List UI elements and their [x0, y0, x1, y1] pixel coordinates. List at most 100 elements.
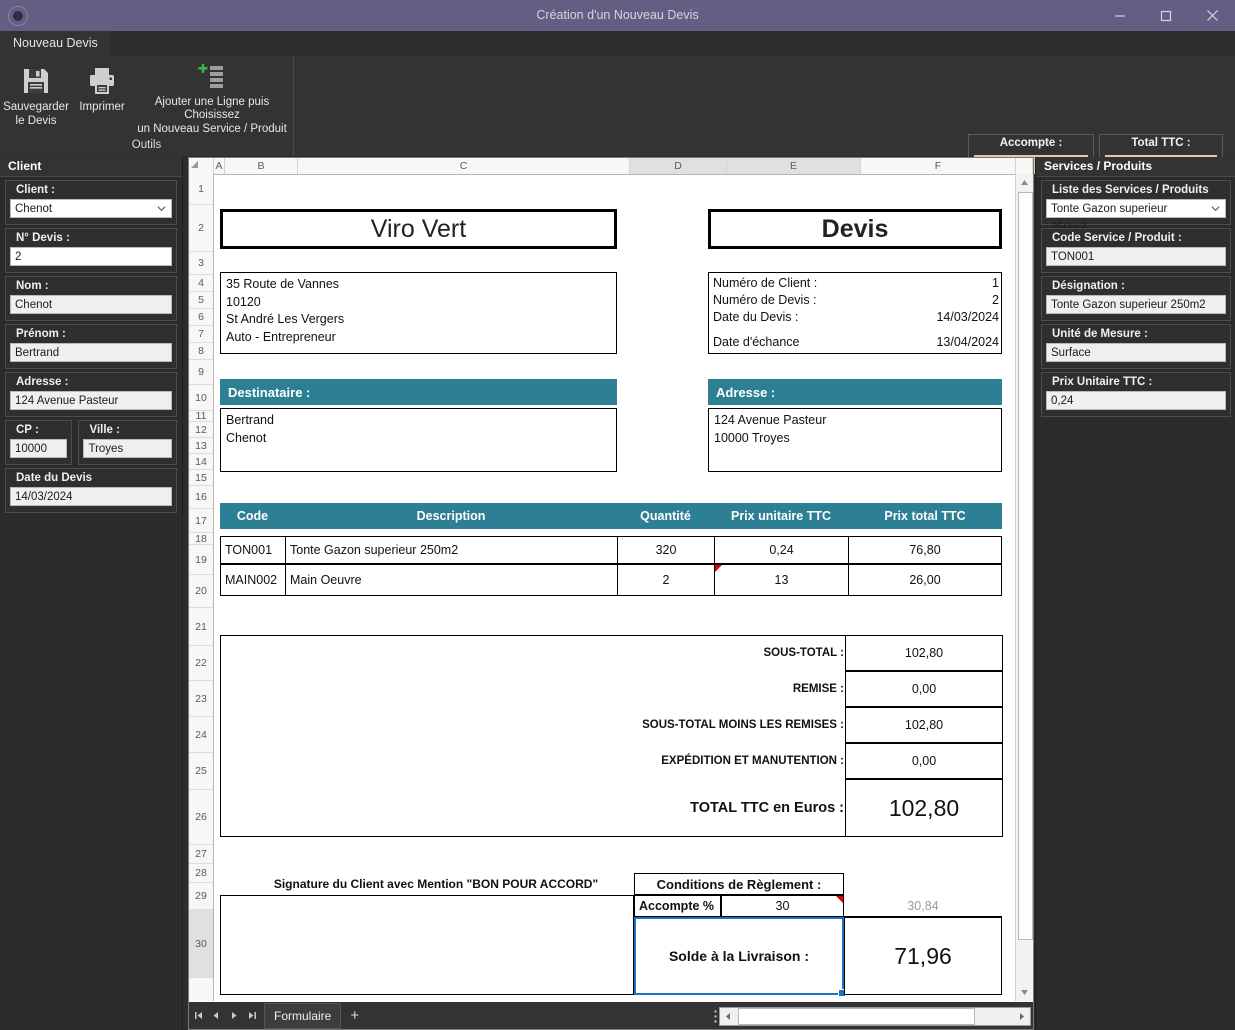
select-all-corner[interactable] [189, 158, 214, 174]
row-header-19[interactable]: 19 [189, 545, 213, 575]
row-header-15[interactable]: 15 [189, 470, 213, 486]
last-sheet-icon[interactable] [243, 1002, 261, 1029]
solde-livraison-value[interactable]: 71,96 [844, 917, 1002, 995]
row-header-2[interactable]: 2 [189, 205, 213, 252]
liste-services-select-value[interactable]: Tonte Gazon superieur 250m2 [1046, 199, 1226, 234]
save-devis-button[interactable]: Sauvegarder le Devis [0, 56, 72, 136]
row-header-10[interactable]: 10 [189, 385, 213, 411]
client-panel: Client Client : Chenot N° Devis : 2 Nom … [0, 157, 183, 1030]
row-header-9[interactable]: 9 [189, 360, 213, 385]
row-header-20[interactable]: 20 [189, 575, 213, 608]
maximize-icon[interactable] [1143, 0, 1189, 31]
row-header-27[interactable]: 27 [189, 845, 213, 864]
prenom-input[interactable]: Bertrand [10, 343, 172, 362]
close-icon[interactable] [1189, 0, 1235, 31]
next-sheet-icon[interactable] [225, 1002, 243, 1029]
date-devis-meta-value: 14/03/2024 [936, 310, 999, 324]
code-service-input[interactable]: TON001 [1046, 247, 1226, 266]
adresse-line-2: 10000 Troyes [714, 430, 790, 445]
column-header-D[interactable]: D [630, 158, 727, 174]
ville-input[interactable]: Troyes [83, 439, 172, 458]
prix-unitaire-input[interactable]: 0,24 [1046, 391, 1226, 410]
add-line-button[interactable]: Ajouter une Ligne puis Choisissez un Nou… [132, 56, 292, 136]
row-header-13[interactable]: 13 [189, 438, 213, 454]
row-header-22[interactable]: 22 [189, 646, 213, 681]
cp-input[interactable]: 10000 [10, 439, 68, 458]
column-header-C[interactable]: C [298, 158, 630, 174]
column-header-G[interactable] [1016, 158, 1033, 174]
row-header-1[interactable]: 1 [189, 174, 213, 205]
row-header-14[interactable]: 14 [189, 454, 213, 470]
vertical-scrollbar[interactable] [1015, 174, 1033, 1001]
designation-input[interactable]: Tonte Gazon superieur 250m2 [1046, 295, 1226, 314]
minimize-icon[interactable] [1097, 0, 1143, 31]
destinataire-box[interactable]: Bertrand Chenot [220, 408, 617, 472]
vertical-scrollbar-thumb[interactable] [1018, 192, 1033, 940]
signature-box[interactable] [220, 895, 634, 995]
sheet-tab-formulaire[interactable]: Formulaire [264, 1002, 342, 1029]
column-header-B[interactable]: B [225, 158, 298, 174]
nom-input[interactable]: Chenot [10, 295, 172, 314]
row-header-4[interactable]: 4 [189, 275, 213, 292]
selected-cell-indicator[interactable] [634, 917, 846, 997]
row-header-30[interactable]: 30 [189, 910, 213, 978]
client-combo[interactable]: Chenot [10, 199, 172, 218]
accompte-amount-value[interactable]: 30,84 [844, 895, 1002, 917]
row-header-24[interactable]: 24 [189, 717, 213, 753]
row-header-26[interactable]: 26 [189, 790, 213, 845]
first-sheet-icon[interactable] [189, 1002, 207, 1029]
adresse-header[interactable]: Adresse : [708, 379, 1002, 405]
row-header-11[interactable]: 11 [189, 410, 213, 422]
row-header-6[interactable]: 6 [189, 309, 213, 326]
tab-nouveau-devis[interactable]: Nouveau Devis [0, 31, 111, 56]
horizontal-scrollbar-thumb[interactable] [738, 1008, 975, 1025]
unite-mesure-input[interactable]: Surface [1046, 343, 1226, 362]
row-header-12[interactable]: 12 [189, 422, 213, 438]
document-type-box[interactable]: Devis [708, 209, 1002, 249]
row-header-17[interactable]: 17 [189, 509, 213, 533]
row-header-21[interactable]: 21 [189, 608, 213, 646]
company-name-box[interactable]: Viro Vert [220, 209, 617, 249]
scroll-right-icon[interactable] [1013, 1008, 1030, 1025]
row-header-8[interactable]: 8 [189, 343, 213, 360]
horizontal-scrollbar[interactable] [719, 1007, 1031, 1026]
total-ttc-euros-value[interactable]: 102,80 [845, 779, 1003, 837]
row-header-16[interactable]: 16 [189, 486, 213, 509]
accompte-pct-value[interactable]: 30 [721, 895, 844, 917]
column-header-E[interactable]: E [727, 158, 861, 174]
client-select-value[interactable]: Chenot [10, 199, 172, 218]
column-header-F[interactable]: F [861, 158, 1016, 174]
destinataire-header[interactable]: Destinataire : [220, 379, 617, 405]
adresse-input[interactable]: 124 Avenue Pasteur [10, 391, 172, 410]
prev-sheet-icon[interactable] [207, 1002, 225, 1029]
add-sheet-button[interactable]: + [341, 1007, 368, 1024]
row-header-5[interactable]: 5 [189, 292, 213, 309]
services-produits-panel: Services / Produits Liste des Services /… [1035, 157, 1235, 1030]
row-header-3[interactable]: 3 [189, 252, 213, 275]
column-header-A[interactable]: A [214, 158, 225, 174]
date-devis-input[interactable]: 14/03/2024 [10, 487, 172, 506]
liste-services-combo[interactable]: Tonte Gazon superieur 250m2 [1046, 199, 1226, 234]
row-header-29[interactable]: 29 [189, 883, 213, 910]
scrollbar-grip-icon[interactable] [711, 1007, 719, 1026]
expedition-manutention-value[interactable]: 0,00 [845, 743, 1003, 779]
table-row[interactable]: MAIN002 Main Oeuvre 2 13 26,00 [220, 564, 1002, 596]
sous-total-moins-remises-value[interactable]: 102,80 [845, 707, 1003, 743]
grid-content[interactable]: Viro Vert Devis 35 Route de Vannes 10120… [214, 175, 1015, 1001]
print-button[interactable]: Imprimer [72, 56, 132, 136]
scroll-down-icon[interactable] [1016, 984, 1033, 1001]
sous-total-value[interactable]: 102,80 [845, 635, 1003, 671]
scroll-up-icon[interactable] [1016, 174, 1033, 191]
row-header-28[interactable]: 28 [189, 864, 213, 883]
row-header-25[interactable]: 25 [189, 753, 213, 790]
table-row[interactable]: TON001 Tonte Gazon superieur 250m2 320 0… [220, 536, 1002, 564]
row-header-23[interactable]: 23 [189, 681, 213, 717]
remise-value[interactable]: 0,00 [845, 671, 1003, 707]
numero-devis-input[interactable]: 2 [10, 247, 172, 266]
row-header-18[interactable]: 18 [189, 533, 213, 545]
row-header-7[interactable]: 7 [189, 326, 213, 343]
adresse-box[interactable]: 124 Avenue Pasteur 10000 Troyes [708, 408, 1002, 472]
devis-meta-box[interactable]: Numéro de Client : 1 Numéro de Devis : 2… [708, 272, 1002, 354]
scroll-left-icon[interactable] [720, 1008, 737, 1025]
company-address-box[interactable]: 35 Route de Vannes 10120 St André Les Ve… [220, 272, 617, 354]
